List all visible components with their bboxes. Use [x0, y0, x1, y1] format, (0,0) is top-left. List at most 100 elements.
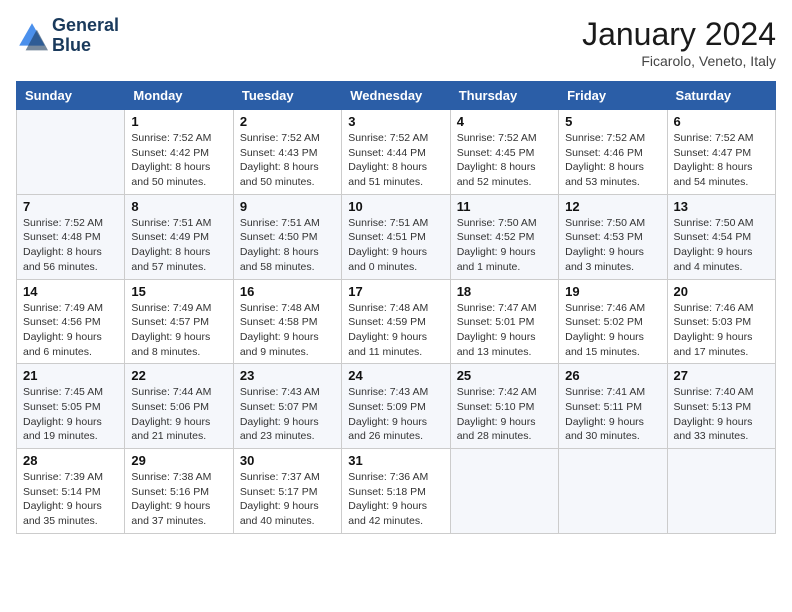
day-info: Sunrise: 7:52 AMSunset: 4:46 PMDaylight:…	[565, 131, 660, 190]
day-number: 1	[131, 114, 226, 129]
day-number: 2	[240, 114, 335, 129]
calendar-day-cell: 21Sunrise: 7:45 AMSunset: 5:05 PMDayligh…	[17, 364, 125, 449]
calendar-week-row: 28Sunrise: 7:39 AMSunset: 5:14 PMDayligh…	[17, 449, 776, 534]
calendar-day-cell: 24Sunrise: 7:43 AMSunset: 5:09 PMDayligh…	[342, 364, 450, 449]
logo: General Blue	[16, 16, 119, 56]
day-info: Sunrise: 7:48 AMSunset: 4:59 PMDaylight:…	[348, 301, 443, 360]
calendar-day-cell: 11 Sunrise: 7:50 AMSunset: 4:52 PMDayligh…	[450, 194, 558, 279]
day-number: 5	[565, 114, 660, 129]
day-info: Sunrise: 7:51 AMSunset: 4:51 PMDaylight:…	[348, 216, 443, 275]
day-number: 10	[348, 199, 443, 214]
day-number: 28	[23, 453, 118, 468]
calendar-day-cell: 3 Sunrise: 7:52 AMSunset: 4:44 PMDaylight…	[342, 110, 450, 195]
weekday-header-cell: Saturday	[667, 82, 775, 110]
day-info: Sunrise: 7:52 AMSunset: 4:47 PMDaylight:…	[674, 131, 769, 190]
calendar-day-cell: 31 Sunrise: 7:36 AMSunset: 5:18 PMDayligh…	[342, 449, 450, 534]
weekday-header-cell: Thursday	[450, 82, 558, 110]
calendar-day-cell: 16 Sunrise: 7:48 AMSunset: 4:58 PMDayligh…	[233, 279, 341, 364]
calendar-day-cell: 19Sunrise: 7:46 AMSunset: 5:02 PMDayligh…	[559, 279, 667, 364]
calendar-day-cell: 1Sunrise: 7:52 AMSunset: 4:42 PMDaylight…	[125, 110, 233, 195]
day-number: 29	[131, 453, 226, 468]
calendar-day-cell: 13 Sunrise: 7:50 AMSunset: 4:54 PMDayligh…	[667, 194, 775, 279]
calendar-week-row: 14 Sunrise: 7:49 AMSunset: 4:56 PMDayligh…	[17, 279, 776, 364]
day-number: 14	[23, 284, 118, 299]
day-info: Sunrise: 7:52 AMSunset: 4:44 PMDaylight:…	[348, 131, 443, 190]
calendar-day-cell: 22Sunrise: 7:44 AMSunset: 5:06 PMDayligh…	[125, 364, 233, 449]
day-number: 25	[457, 368, 552, 383]
calendar-day-cell	[17, 110, 125, 195]
day-info: Sunrise: 7:38 AMSunset: 5:16 PMDaylight:…	[131, 470, 226, 529]
day-info: Sunrise: 7:48 AMSunset: 4:58 PMDaylight:…	[240, 301, 335, 360]
calendar-day-cell: 27Sunrise: 7:40 AMSunset: 5:13 PMDayligh…	[667, 364, 775, 449]
page-header: General Blue January 2024 Ficarolo, Vene…	[16, 16, 776, 69]
calendar-day-cell: 14 Sunrise: 7:49 AMSunset: 4:56 PMDayligh…	[17, 279, 125, 364]
day-info: Sunrise: 7:36 AMSunset: 5:18 PMDaylight:…	[348, 470, 443, 529]
day-number: 8	[131, 199, 226, 214]
day-number: 12	[565, 199, 660, 214]
day-number: 3	[348, 114, 443, 129]
day-number: 30	[240, 453, 335, 468]
calendar-day-cell: 2Sunrise: 7:52 AMSunset: 4:43 PMDaylight…	[233, 110, 341, 195]
weekday-header-row: SundayMondayTuesdayWednesdayThursdayFrid…	[17, 82, 776, 110]
day-number: 24	[348, 368, 443, 383]
calendar-day-cell: 28Sunrise: 7:39 AMSunset: 5:14 PMDayligh…	[17, 449, 125, 534]
calendar-day-cell: 15Sunrise: 7:49 AMSunset: 4:57 PMDayligh…	[125, 279, 233, 364]
calendar-day-cell: 5 Sunrise: 7:52 AMSunset: 4:46 PMDaylight…	[559, 110, 667, 195]
day-info: Sunrise: 7:41 AMSunset: 5:11 PMDaylight:…	[565, 385, 660, 444]
weekday-header-cell: Wednesday	[342, 82, 450, 110]
calendar-day-cell: 9Sunrise: 7:51 AMSunset: 4:50 PMDaylight…	[233, 194, 341, 279]
day-number: 7	[23, 199, 118, 214]
day-info: Sunrise: 7:52 AMSunset: 4:48 PMDaylight:…	[23, 216, 118, 275]
day-info: Sunrise: 7:50 AMSunset: 4:52 PMDaylight:…	[457, 216, 552, 275]
day-info: Sunrise: 7:50 AMSunset: 4:53 PMDaylight:…	[565, 216, 660, 275]
day-info: Sunrise: 7:37 AMSunset: 5:17 PMDaylight:…	[240, 470, 335, 529]
calendar-day-cell: 20 Sunrise: 7:46 AMSunset: 5:03 PMDayligh…	[667, 279, 775, 364]
calendar-day-cell: 7 Sunrise: 7:52 AMSunset: 4:48 PMDaylight…	[17, 194, 125, 279]
day-info: Sunrise: 7:42 AMSunset: 5:10 PMDaylight:…	[457, 385, 552, 444]
day-info: Sunrise: 7:51 AMSunset: 4:49 PMDaylight:…	[131, 216, 226, 275]
day-info: Sunrise: 7:49 AMSunset: 4:57 PMDaylight:…	[131, 301, 226, 360]
calendar-body: 1Sunrise: 7:52 AMSunset: 4:42 PMDaylight…	[17, 110, 776, 534]
day-number: 21	[23, 368, 118, 383]
calendar-day-cell: 25 Sunrise: 7:42 AMSunset: 5:10 PMDayligh…	[450, 364, 558, 449]
calendar-week-row: 1Sunrise: 7:52 AMSunset: 4:42 PMDaylight…	[17, 110, 776, 195]
weekday-header-cell: Sunday	[17, 82, 125, 110]
day-number: 19	[565, 284, 660, 299]
location: Ficarolo, Veneto, Italy	[582, 53, 776, 69]
calendar-day-cell: 30 Sunrise: 7:37 AMSunset: 5:17 PMDayligh…	[233, 449, 341, 534]
calendar-day-cell	[667, 449, 775, 534]
calendar-day-cell: 10 Sunrise: 7:51 AMSunset: 4:51 PMDayligh…	[342, 194, 450, 279]
day-info: Sunrise: 7:46 AMSunset: 5:03 PMDaylight:…	[674, 301, 769, 360]
calendar-week-row: 7 Sunrise: 7:52 AMSunset: 4:48 PMDaylight…	[17, 194, 776, 279]
weekday-header-cell: Friday	[559, 82, 667, 110]
calendar-week-row: 21Sunrise: 7:45 AMSunset: 5:05 PMDayligh…	[17, 364, 776, 449]
calendar-day-cell: 18Sunrise: 7:47 AMSunset: 5:01 PMDayligh…	[450, 279, 558, 364]
calendar-day-cell: 6 Sunrise: 7:52 AMSunset: 4:47 PMDaylight…	[667, 110, 775, 195]
calendar-day-cell: 26 Sunrise: 7:41 AMSunset: 5:11 PMDayligh…	[559, 364, 667, 449]
calendar-day-cell	[450, 449, 558, 534]
day-info: Sunrise: 7:49 AMSunset: 4:56 PMDaylight:…	[23, 301, 118, 360]
day-number: 16	[240, 284, 335, 299]
day-info: Sunrise: 7:50 AMSunset: 4:54 PMDaylight:…	[674, 216, 769, 275]
calendar-day-cell: 17 Sunrise: 7:48 AMSunset: 4:59 PMDayligh…	[342, 279, 450, 364]
day-number: 22	[131, 368, 226, 383]
day-number: 20	[674, 284, 769, 299]
day-info: Sunrise: 7:47 AMSunset: 5:01 PMDaylight:…	[457, 301, 552, 360]
day-number: 11	[457, 199, 552, 214]
day-number: 9	[240, 199, 335, 214]
day-number: 31	[348, 453, 443, 468]
day-info: Sunrise: 7:52 AMSunset: 4:45 PMDaylight:…	[457, 131, 552, 190]
day-number: 6	[674, 114, 769, 129]
calendar-day-cell	[559, 449, 667, 534]
day-info: Sunrise: 7:43 AMSunset: 5:07 PMDaylight:…	[240, 385, 335, 444]
calendar-table: SundayMondayTuesdayWednesdayThursdayFrid…	[16, 81, 776, 534]
calendar-day-cell: 23Sunrise: 7:43 AMSunset: 5:07 PMDayligh…	[233, 364, 341, 449]
day-number: 26	[565, 368, 660, 383]
calendar-day-cell: 8 Sunrise: 7:51 AMSunset: 4:49 PMDaylight…	[125, 194, 233, 279]
day-number: 17	[348, 284, 443, 299]
day-number: 13	[674, 199, 769, 214]
logo-icon	[16, 20, 48, 52]
day-info: Sunrise: 7:40 AMSunset: 5:13 PMDaylight:…	[674, 385, 769, 444]
calendar-day-cell: 4Sunrise: 7:52 AMSunset: 4:45 PMDaylight…	[450, 110, 558, 195]
title-block: January 2024 Ficarolo, Veneto, Italy	[582, 16, 776, 69]
